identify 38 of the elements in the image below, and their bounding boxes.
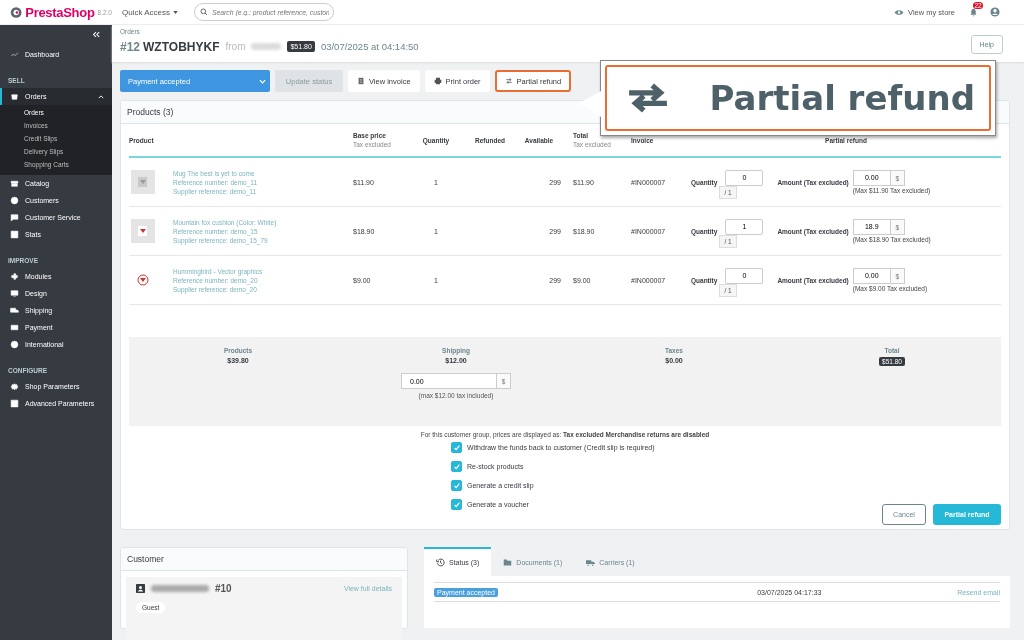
collapse-icon[interactable] — [92, 31, 100, 38]
menu-icon — [10, 289, 19, 298]
caret-icon — [173, 10, 178, 14]
history-icon — [436, 558, 445, 567]
order-number: #12 — [120, 39, 141, 54]
order-date: 03/07/2025 at 04:14:50 — [320, 41, 419, 52]
checkbox[interactable] — [451, 499, 462, 510]
menu-icon — [10, 306, 19, 315]
logo-icon — [10, 5, 23, 19]
card-title: Customer — [121, 548, 407, 571]
truck-icon — [586, 558, 596, 567]
menu-icon — [10, 382, 19, 391]
search-icon — [200, 8, 208, 16]
checkbox[interactable] — [451, 461, 462, 472]
quick-access-menu[interactable]: Quick Access — [122, 7, 178, 17]
customer-id: #10 — [215, 583, 232, 594]
blurred-name — [251, 43, 282, 50]
order-reference: WZTOBHYKF — [143, 39, 220, 54]
folder-icon — [503, 558, 513, 567]
chevron-icon — [259, 78, 266, 84]
menu-icon — [10, 92, 19, 101]
eye-icon — [894, 8, 905, 16]
swap-arrows-icon — [627, 83, 669, 113]
swap-arrows-icon — [504, 77, 513, 85]
document-icon — [357, 77, 365, 85]
person-icon — [136, 584, 145, 593]
checkbox[interactable] — [451, 480, 462, 491]
printer-icon — [433, 77, 442, 85]
menu-icon — [10, 179, 19, 188]
checkbox[interactable] — [451, 442, 462, 453]
menu-icon — [10, 50, 19, 59]
menu-icon — [10, 272, 19, 281]
blurred-name — [151, 585, 209, 592]
account-icon[interactable] — [990, 7, 1000, 17]
logo-text[interactable]: PrestaShop — [25, 4, 95, 20]
from-label: from — [225, 41, 246, 52]
bell-icon[interactable] — [969, 7, 978, 17]
menu-icon — [10, 399, 19, 408]
